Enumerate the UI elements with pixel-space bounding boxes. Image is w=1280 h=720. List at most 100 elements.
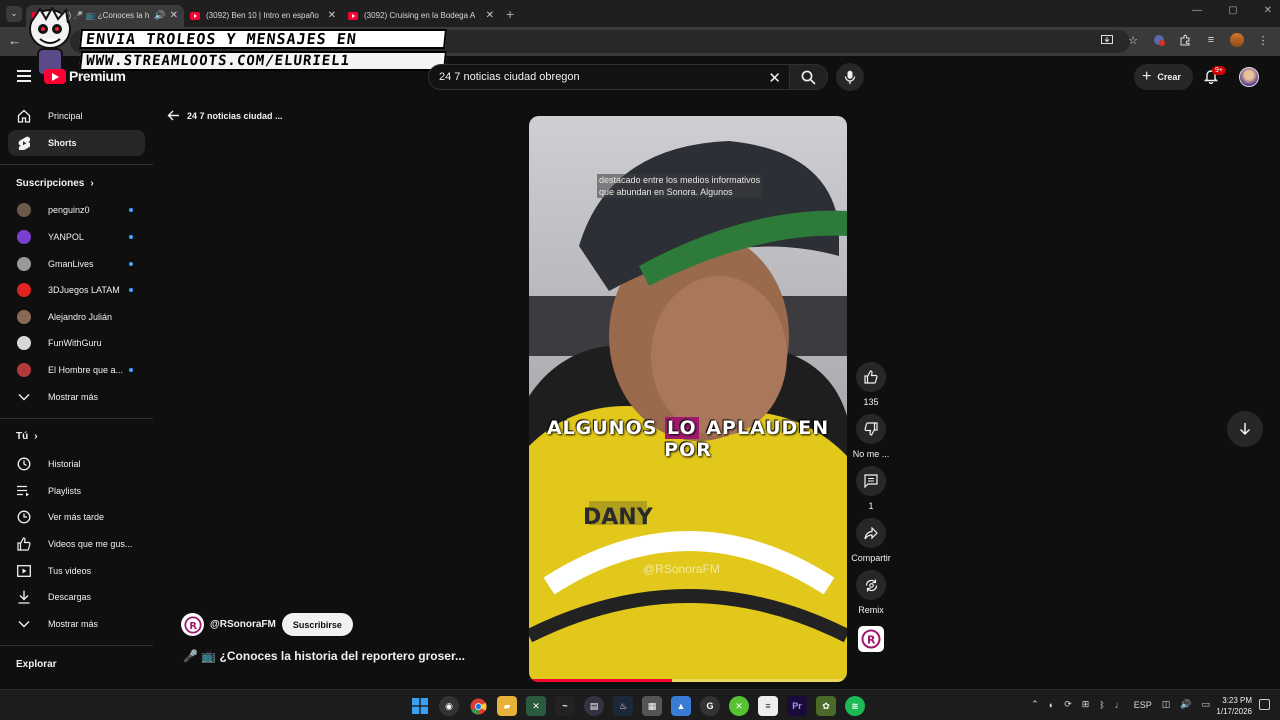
sidebar-item-watch-later[interactable]: Ver más tarde xyxy=(8,504,145,531)
media-control-icon[interactable]: ≡ xyxy=(1204,33,1218,47)
browser-menu-icon[interactable]: ⋮ xyxy=(1256,33,1270,47)
minimize-icon[interactable]: — xyxy=(1192,5,1202,16)
watch-later-icon xyxy=(17,510,31,524)
sidebar-item-subscription[interactable]: penguinz0 xyxy=(8,197,145,224)
app-game-icon[interactable]: ◉ xyxy=(439,696,459,716)
tab-close-icon[interactable]: ✕ xyxy=(486,10,494,21)
extensions-puzzle-icon[interactable] xyxy=(1178,33,1192,47)
sidebar-section-you[interactable]: Tú › xyxy=(0,423,153,451)
voice-search-button[interactable] xyxy=(836,63,864,91)
back-to-search-link[interactable]: 24 7 noticias ciudad ... xyxy=(167,110,283,121)
tray-app-icon[interactable]: ◐ xyxy=(1049,700,1054,710)
channel-avatar[interactable]: R xyxy=(181,613,204,636)
sidebar-item-principal[interactable]: Principal xyxy=(8,103,145,130)
sidebar-item-subs-more[interactable]: Mostrar más xyxy=(8,383,145,410)
menu-hamburger-icon[interactable] xyxy=(17,70,31,82)
tray-overflow-icon[interactable]: ⌃ xyxy=(1031,699,1039,710)
youtube-premium-logo[interactable]: Premium xyxy=(44,68,126,84)
extension-badge-icon[interactable] xyxy=(1152,33,1166,47)
sidebar-item-playlists[interactable]: Playlists xyxy=(8,478,145,505)
tab-search-button[interactable]: ⌄ xyxy=(6,5,22,22)
windows-start-icon[interactable] xyxy=(410,696,430,716)
video-title[interactable]: 🎤 📺 ¿Conoces la historia del reportero g… xyxy=(183,649,465,663)
sidebar-item-subscription[interactable]: El Hombre que a... xyxy=(8,357,145,384)
browser-back-icon[interactable]: ← xyxy=(8,33,21,48)
chrome-icon[interactable] xyxy=(468,696,488,716)
bluetooth-icon[interactable]: ᛒ xyxy=(1099,700,1104,710)
sidebar-item-shorts[interactable]: Shorts xyxy=(8,129,145,157)
browser-tab[interactable]: (3092) Ben 10 | Intro en españo ✕ xyxy=(184,5,342,27)
share-label: Compartir xyxy=(851,553,891,563)
steam-icon[interactable]: ♨ xyxy=(613,696,633,716)
xbox-icon[interactable]: ✕ xyxy=(729,696,749,716)
bookmark-star-icon[interactable]: ☆ xyxy=(1126,33,1140,47)
sidebar-item-subscription[interactable]: GmanLives xyxy=(8,250,145,277)
sidebar-item-you-more[interactable]: Mostrar más xyxy=(8,611,145,638)
sidebar-item-liked-videos[interactable]: Videos que me gus... xyxy=(8,531,145,558)
channel-avatar xyxy=(17,256,31,271)
excel-icon[interactable]: ✕ xyxy=(526,696,546,716)
comments-button[interactable] xyxy=(856,466,886,496)
sidebar-divider xyxy=(0,645,153,647)
install-app-icon[interactable] xyxy=(1100,33,1114,47)
media-app-icon[interactable]: ▤ xyxy=(584,696,604,716)
channel-sound-thumbnail[interactable]: R xyxy=(858,626,884,652)
channel-name[interactable]: @RSonoraFM xyxy=(210,619,276,630)
tab-close-icon[interactable]: ✕ xyxy=(328,10,336,21)
search-input[interactable]: 24 7 noticias ciudad obregon ✕ xyxy=(428,64,790,90)
taskbar-clock[interactable]: 3:23 PM 1/17/2026 xyxy=(1216,695,1252,717)
create-button[interactable]: + Crear xyxy=(1134,64,1193,90)
remix-button[interactable] xyxy=(856,570,886,600)
user-avatar[interactable] xyxy=(1239,67,1259,87)
notes-icon[interactable]: ≡ xyxy=(758,696,778,716)
dislike-button[interactable] xyxy=(856,414,886,444)
new-tab-button[interactable]: + xyxy=(506,6,514,22)
sidebar-item-subscription[interactable]: YANPOL xyxy=(8,224,145,251)
github-icon[interactable]: G xyxy=(700,696,720,716)
sidebar-item-subscription[interactable]: Alejandro Julián xyxy=(8,304,145,331)
channel-avatar xyxy=(17,363,31,378)
subscribe-button[interactable]: Suscribirse xyxy=(281,613,353,636)
file-explorer-icon[interactable]: ▰ xyxy=(497,696,517,716)
tray-network-icon[interactable]: ⊞ xyxy=(1082,699,1090,710)
sidebar-item-subscription[interactable]: 3DJuegos LATAM xyxy=(8,277,145,304)
next-video-button[interactable] xyxy=(1227,411,1263,447)
sidebar-section-subscriptions[interactable]: Suscripciones › xyxy=(0,169,153,197)
profile-avatar[interactable] xyxy=(1230,33,1244,47)
sidebar-item-label: Tus videos xyxy=(48,565,92,576)
speaker-icon[interactable]: 🔊 xyxy=(154,10,165,21)
notification-count-badge: 9+ xyxy=(1212,66,1226,75)
sidebar-item-historial[interactable]: Historial xyxy=(8,451,145,478)
maximize-icon[interactable]: ▢ xyxy=(1228,5,1237,16)
window-close-icon[interactable]: ✕ xyxy=(1264,5,1272,16)
channel-avatar xyxy=(17,283,31,298)
premiere-icon[interactable]: Pr xyxy=(787,696,807,716)
thumbs-down-icon xyxy=(864,422,878,436)
sidebar-item-your-videos[interactable]: Tus videos xyxy=(8,557,145,584)
volume-icon[interactable]: 🔊 xyxy=(1180,699,1191,710)
photos-icon[interactable]: ▲ xyxy=(671,696,691,716)
terminal-icon[interactable]: ~ xyxy=(555,696,575,716)
video-progress-bar[interactable] xyxy=(529,679,847,682)
sidebar-item-subscription[interactable]: FunWithGuru xyxy=(8,330,145,357)
search-button[interactable] xyxy=(790,64,828,90)
paint-icon[interactable]: ✿ xyxy=(816,696,836,716)
like-button[interactable] xyxy=(856,362,886,392)
sidebar-item-label: Alejandro Julián xyxy=(48,311,113,322)
share-button[interactable] xyxy=(856,518,886,548)
tab-close-icon[interactable]: ✕ xyxy=(170,10,178,21)
clear-search-icon[interactable]: ✕ xyxy=(768,69,781,87)
sidebar-item-downloads[interactable]: Descargas xyxy=(8,584,145,611)
tray-sync-icon[interactable]: ⟳ xyxy=(1064,699,1072,710)
spotify-icon[interactable]: ≋ xyxy=(845,696,865,716)
sidebar-item-label: YANPOL xyxy=(48,232,84,243)
battery-icon[interactable]: ▭ xyxy=(1201,699,1210,710)
tray-mic-icon[interactable]: ♩ xyxy=(1115,700,1124,710)
wifi-icon[interactable]: ◫ xyxy=(1162,699,1171,710)
notification-center-icon[interactable] xyxy=(1259,699,1270,710)
new-content-dot xyxy=(129,288,133,293)
language-indicator[interactable]: ESP xyxy=(1134,700,1152,710)
shorts-video-player[interactable]: DANY destacado entre los medios informat… xyxy=(529,116,847,682)
browser-tab[interactable]: (3092) Cruising en la Bodega A ✕ xyxy=(342,5,500,27)
notepad-icon[interactable]: ▦ xyxy=(642,696,662,716)
